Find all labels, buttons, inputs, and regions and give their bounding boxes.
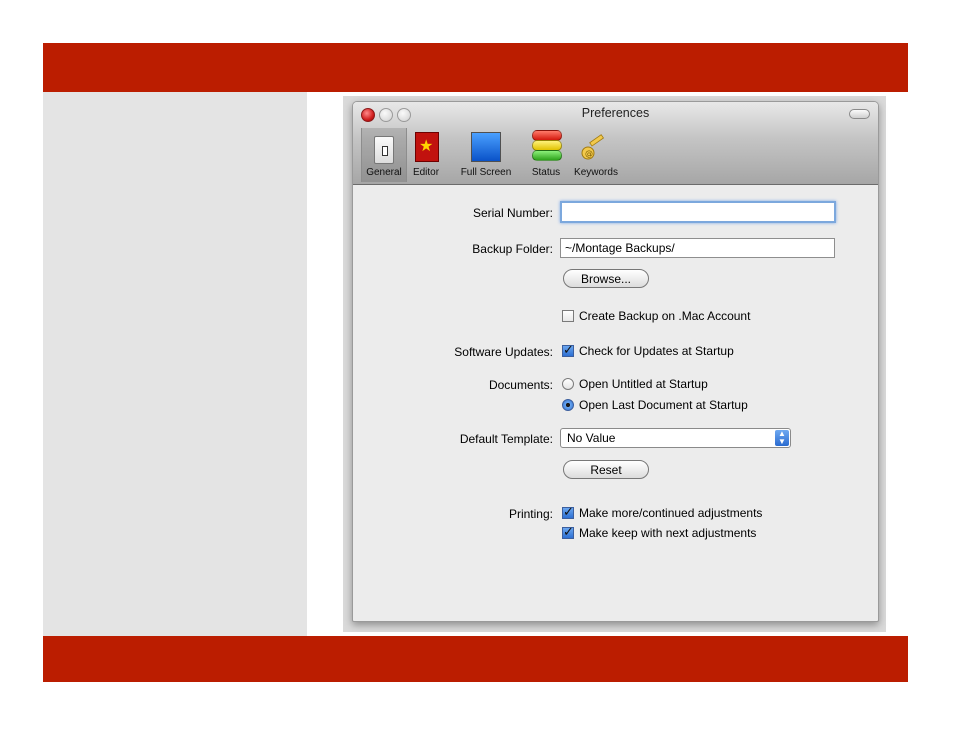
editor-star-icon <box>415 132 439 162</box>
preferences-window: Preferences General Editor Full Screen S… <box>352 101 879 622</box>
default-template-label: Default Template: <box>459 432 553 446</box>
mac-backup-checkbox[interactable] <box>562 310 574 322</box>
open-untitled-label: Open Untitled at Startup <box>579 377 708 391</box>
tab-status[interactable]: Status <box>524 128 568 182</box>
tab-keywords-label: Keywords <box>574 167 618 178</box>
open-last-document-radio[interactable] <box>562 399 574 411</box>
window-title: Preferences <box>581 106 650 120</box>
make-more-continued-checkbox[interactable] <box>562 504 574 520</box>
tab-full-screen[interactable]: Full Screen <box>447 128 525 182</box>
documents-label: Documents: <box>488 378 553 392</box>
tab-general-label: General <box>366 167 402 178</box>
full-screen-icon <box>471 132 501 162</box>
status-green-bar <box>532 150 562 161</box>
tab-general[interactable]: General <box>361 128 407 182</box>
top-red-band <box>43 43 908 92</box>
backup-folder-label: Backup Folder: <box>472 242 553 256</box>
default-template-value: No Value <box>567 431 616 445</box>
make-keep-next-label: Make keep with next adjustments <box>579 526 757 540</box>
software-updates-label: Software Updates: <box>454 345 553 359</box>
bottom-red-band <box>43 636 908 682</box>
tab-status-label: Status <box>531 167 561 178</box>
check-updates-label: Check for Updates at Startup <box>579 344 734 358</box>
make-more-continued-label: Make more/continued adjustments <box>579 506 763 520</box>
open-untitled-radio[interactable] <box>562 378 574 390</box>
check-updates-checkbox[interactable] <box>562 342 574 358</box>
general-switch-icon <box>374 136 394 164</box>
backup-folder-field[interactable]: ~/Montage Backups/ <box>560 238 835 258</box>
popup-arrows-icon: ▲ ▼ <box>775 430 789 446</box>
printing-label: Printing: <box>508 507 553 521</box>
toolbar-toggle-button[interactable] <box>849 109 870 119</box>
make-keep-next-checkbox[interactable] <box>562 524 574 540</box>
status-bars-icon <box>532 130 562 162</box>
serial-number-label: Serial Number: <box>472 206 553 220</box>
tab-keywords[interactable]: @ Keywords <box>568 128 624 182</box>
default-template-popup[interactable]: No Value ▲ ▼ <box>560 428 791 448</box>
browse-button[interactable]: Browse... <box>563 269 649 288</box>
tab-full-screen-label: Full Screen <box>460 167 512 178</box>
window-titlebar: Preferences General Editor Full Screen S… <box>353 102 878 185</box>
reset-button[interactable]: Reset <box>563 460 649 479</box>
keywords-key-icon: @ <box>581 134 605 160</box>
left-panel <box>43 92 307 636</box>
serial-number-field[interactable] <box>560 201 836 223</box>
tab-editor[interactable]: Editor <box>406 128 446 182</box>
svg-text:@: @ <box>585 149 593 158</box>
mac-backup-label: Create Backup on .Mac Account <box>579 309 751 323</box>
tab-editor-label: Editor <box>412 167 440 178</box>
open-last-document-label: Open Last Document at Startup <box>579 398 748 412</box>
